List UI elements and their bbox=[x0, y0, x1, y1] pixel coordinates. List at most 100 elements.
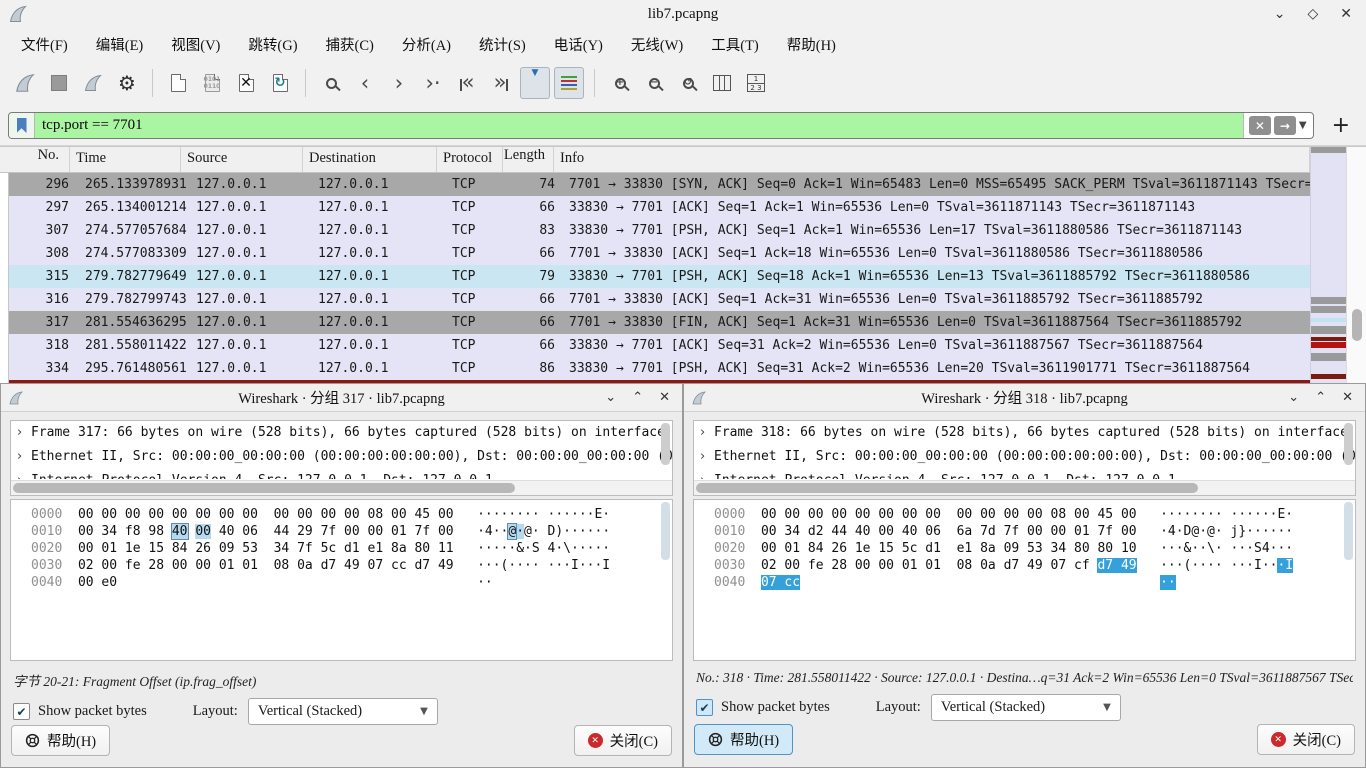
save-file-button[interactable]: 01010110 bbox=[197, 67, 227, 99]
menu-item[interactable]: 视图(V) bbox=[160, 30, 231, 59]
close-icon[interactable]: ✕ bbox=[1340, 6, 1352, 22]
capture-options-button[interactable]: ⚙ bbox=[112, 67, 142, 99]
filter-add-button[interactable]: + bbox=[1324, 113, 1358, 138]
tree-row[interactable]: ›Ethernet II, Src: 00:00:00_00:00:00 (00… bbox=[11, 445, 672, 469]
menu-item[interactable]: 文件(F) bbox=[10, 30, 79, 59]
tree-row[interactable]: ›Internet Protocol Version 4, Src: 127.0… bbox=[11, 469, 672, 479]
minimize-icon[interactable]: ⌄ bbox=[605, 390, 616, 405]
packet-row[interactable]: 317281.554636295127.0.0.1127.0.0.1TCP667… bbox=[9, 311, 1310, 334]
column-layout-button[interactable]: 12 3 bbox=[741, 67, 771, 99]
tree-row[interactable]: ›Frame 318: 66 bytes on wire (528 bits),… bbox=[694, 421, 1355, 445]
filter-dropdown-icon[interactable]: ▼ bbox=[1299, 120, 1307, 131]
zoom-in-button[interactable]: + bbox=[605, 67, 635, 99]
find-packet-button[interactable] bbox=[316, 67, 346, 99]
restart-capture-button[interactable] bbox=[78, 67, 108, 99]
hex-row[interactable]: 000000 00 00 00 00 00 00 00 00 00 00 00 … bbox=[714, 506, 1355, 523]
scrollbar-thumb[interactable] bbox=[1352, 309, 1362, 341]
colorize-toggle[interactable] bbox=[554, 67, 584, 99]
resize-columns-button[interactable] bbox=[707, 67, 737, 99]
packet-row[interactable]: 308274.577083309127.0.0.1127.0.0.1TCP667… bbox=[9, 242, 1310, 265]
show-packet-bytes-checkbox[interactable]: ✔ bbox=[13, 703, 30, 720]
auto-scroll-toggle[interactable]: ▼ bbox=[520, 67, 550, 99]
column-header[interactable]: Protocol bbox=[437, 147, 503, 172]
filter-apply-button[interactable]: → bbox=[1274, 116, 1296, 135]
menu-item[interactable]: 电话(Y) bbox=[543, 30, 614, 59]
help-button[interactable]: 帮助(H) bbox=[11, 725, 110, 756]
packet-row[interactable]: 334295.761480561127.0.0.1127.0.0.1TCP863… bbox=[9, 357, 1310, 380]
minimize-icon[interactable]: ⌄ bbox=[1288, 390, 1299, 405]
go-forward-button[interactable]: › bbox=[384, 67, 414, 99]
stop-capture-button[interactable] bbox=[44, 67, 74, 99]
maximize-icon[interactable]: ◇ bbox=[1307, 6, 1318, 22]
close-button[interactable]: ✕ 关闭(C) bbox=[574, 725, 672, 756]
menu-item[interactable]: 工具(T) bbox=[700, 30, 770, 59]
layout-select[interactable]: Vertical (Stacked) ▼ bbox=[931, 694, 1121, 721]
open-file-button[interactable] bbox=[163, 67, 193, 99]
menu-item[interactable]: 帮助(H) bbox=[776, 30, 847, 59]
first-packet-button[interactable]: « bbox=[452, 67, 482, 99]
close-file-button[interactable]: ✕ bbox=[231, 67, 261, 99]
hex-row[interactable]: 003002 00 fe 28 00 00 01 01 08 0a d7 49 … bbox=[714, 557, 1355, 574]
tree-scrollbar-thumb[interactable] bbox=[661, 423, 670, 465]
column-header[interactable]: Source bbox=[181, 147, 303, 172]
hex-row[interactable]: 000000 00 00 00 00 00 00 00 00 00 00 00 … bbox=[31, 506, 672, 523]
reload-file-button[interactable]: ↻ bbox=[265, 67, 295, 99]
filter-clear-button[interactable]: ✕ bbox=[1249, 116, 1271, 135]
restore-icon[interactable]: ⌃ bbox=[632, 390, 643, 405]
menu-item[interactable]: 编辑(E) bbox=[85, 30, 155, 59]
help-button[interactable]: 帮助(H) bbox=[694, 724, 793, 755]
display-filter-input[interactable]: tcp.port == 7701 ✕ → ▼ bbox=[8, 112, 1314, 139]
scrollbar-thumb[interactable] bbox=[696, 483, 1198, 493]
close-icon[interactable]: ✕ bbox=[1342, 390, 1353, 405]
hex-row[interactable]: 004007 cc·· bbox=[714, 574, 1355, 591]
hex-row[interactable]: 002000 01 1e 15 84 26 09 53 34 7f 5c d1 … bbox=[31, 540, 672, 557]
column-header[interactable]: No. bbox=[0, 147, 70, 172]
hex-row[interactable]: 004000 e0·· bbox=[31, 574, 672, 591]
zoom-reset-button[interactable]: ↺ bbox=[673, 67, 703, 99]
hex-scrollbar-thumb[interactable] bbox=[661, 502, 670, 560]
expand-arrow-icon[interactable]: › bbox=[17, 421, 31, 445]
hex-row[interactable]: 002000 01 84 26 1e 15 5c d1 e1 8a 09 53 … bbox=[714, 540, 1355, 557]
restore-icon[interactable]: ⌃ bbox=[1315, 390, 1326, 405]
filter-bookmark-button[interactable] bbox=[9, 113, 35, 138]
start-capture-button[interactable] bbox=[10, 67, 40, 99]
close-button[interactable]: ✕ 关闭(C) bbox=[1257, 724, 1355, 755]
hex-row[interactable]: 003002 00 fe 28 00 00 01 01 08 0a d7 49 … bbox=[31, 557, 672, 574]
packet-row[interactable]: 307274.577057684127.0.0.1127.0.0.1TCP833… bbox=[9, 219, 1310, 242]
zoom-out-button[interactable]: − bbox=[639, 67, 669, 99]
column-header[interactable]: Time bbox=[70, 147, 181, 172]
layout-select[interactable]: Vertical (Stacked) ▼ bbox=[248, 698, 438, 725]
tree-row[interactable]: ›Ethernet II, Src: 00:00:00_00:00:00 (00… bbox=[694, 445, 1355, 469]
packet-row[interactable]: 316279.782799743127.0.0.1127.0.0.1TCP667… bbox=[9, 288, 1310, 311]
menu-item[interactable]: 无线(W) bbox=[620, 30, 694, 59]
packet-row[interactable]: 296265.133978931127.0.0.1127.0.0.1TCP747… bbox=[9, 173, 1310, 196]
expand-arrow-icon[interactable]: › bbox=[700, 445, 714, 469]
column-header[interactable]: Info bbox=[554, 147, 1310, 172]
menu-item[interactable]: 统计(S) bbox=[468, 30, 537, 59]
expand-arrow-icon[interactable]: › bbox=[17, 445, 31, 469]
hex-row[interactable]: 001000 34 f8 98 40 00 40 06 44 29 7f 00 … bbox=[31, 523, 672, 540]
go-to-packet-button[interactable]: ›· bbox=[418, 67, 448, 99]
tree-row[interactable]: ›Frame 317: 66 bytes on wire (528 bits),… bbox=[11, 421, 672, 445]
packet-row[interactable]: 318281.558011422127.0.0.1127.0.0.1TCP663… bbox=[9, 334, 1310, 357]
expand-arrow-icon[interactable]: › bbox=[700, 421, 714, 445]
intelligent-scrollbar-minimap[interactable] bbox=[1310, 147, 1346, 383]
minimize-icon[interactable]: ⌄ bbox=[1274, 6, 1286, 22]
hex-row[interactable]: 001000 34 d2 44 40 00 40 06 6a 7d 7f 00 … bbox=[714, 523, 1355, 540]
menu-item[interactable]: 分析(A) bbox=[391, 30, 462, 59]
scrollbar-thumb[interactable] bbox=[13, 483, 515, 493]
expand-arrow-icon[interactable]: › bbox=[17, 469, 31, 479]
go-back-button[interactable]: ‹ bbox=[350, 67, 380, 99]
show-packet-bytes-checkbox[interactable]: ✔ bbox=[696, 699, 713, 716]
last-packet-button[interactable]: » bbox=[486, 67, 516, 99]
hex-scrollbar-thumb[interactable] bbox=[1344, 502, 1353, 560]
menu-item[interactable]: 捕获(C) bbox=[315, 30, 385, 59]
menu-item[interactable]: 跳转(G) bbox=[237, 30, 308, 59]
column-header[interactable]: Destination bbox=[303, 147, 437, 172]
packet-row[interactable]: 315279.782779649127.0.0.1127.0.0.1TCP793… bbox=[9, 265, 1310, 288]
expand-arrow-icon[interactable]: › bbox=[700, 469, 714, 479]
packet-list-scrollbar[interactable] bbox=[1346, 147, 1366, 383]
tree-row[interactable]: ›Internet Protocol Version 4, Src: 127.0… bbox=[694, 469, 1355, 479]
close-icon[interactable]: ✕ bbox=[659, 390, 670, 405]
column-header[interactable]: Length bbox=[503, 147, 554, 172]
